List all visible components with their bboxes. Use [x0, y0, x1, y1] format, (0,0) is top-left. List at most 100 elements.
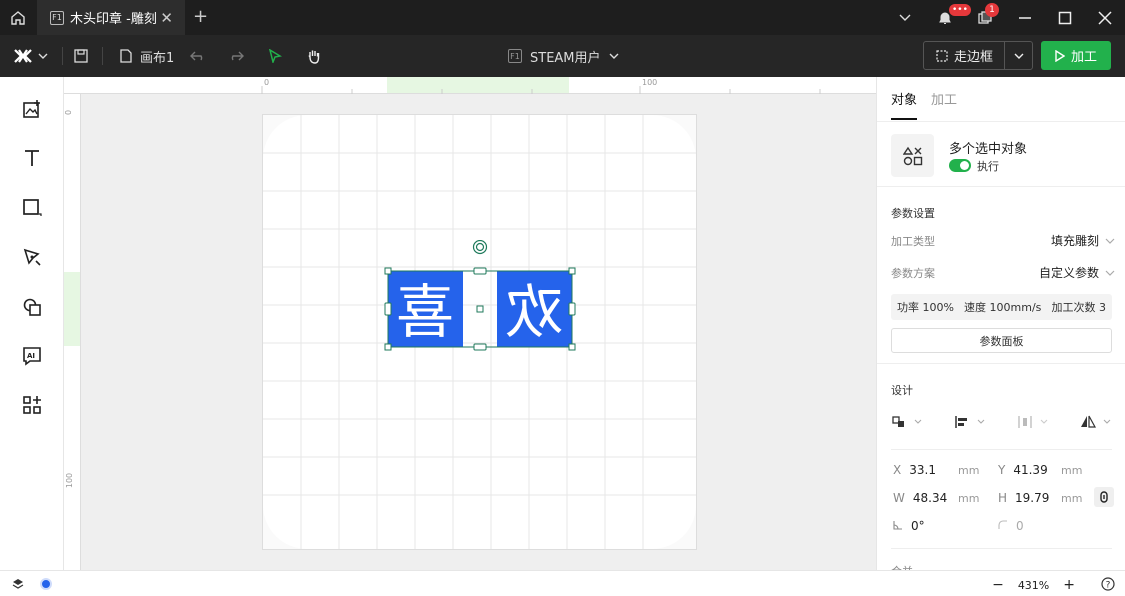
document-tab[interactable]: F1 木头印章 -雕刻 ✕ — [37, 0, 185, 35]
merge-title: 合并 — [891, 563, 913, 570]
corner-radius-icon — [998, 520, 1007, 529]
resize-handle[interactable] — [568, 267, 576, 275]
divider — [877, 186, 1125, 187]
glyph-right: 欢 — [505, 278, 563, 346]
x-label: X — [893, 463, 902, 477]
flip-icon[interactable] — [1080, 415, 1112, 432]
help-icon[interactable]: ? — [1101, 577, 1115, 594]
apps-icon[interactable] — [18, 391, 46, 419]
canvas-name: 画布1 — [140, 50, 175, 66]
frame-button-group: 走边框 — [923, 41, 1033, 70]
undo-icon[interactable] — [190, 35, 206, 77]
divider — [102, 47, 103, 65]
params-panel-button[interactable]: 参数面板 — [891, 328, 1112, 353]
zoom-in-icon[interactable]: + — [1063, 577, 1075, 593]
process-button[interactable]: 加工 — [1041, 41, 1111, 70]
tab-process[interactable]: 加工 — [931, 89, 957, 120]
w-unit: mm — [958, 492, 980, 505]
redo-icon[interactable] — [228, 35, 244, 77]
image-add-icon[interactable] — [18, 95, 46, 123]
divider — [891, 449, 1112, 450]
lock-ratio-icon[interactable] — [1094, 487, 1114, 507]
power-value: 功率 100% — [897, 301, 954, 314]
tab-object[interactable]: 对象 — [891, 89, 918, 120]
home-icon[interactable] — [0, 0, 36, 35]
add-tab-icon[interactable]: + — [193, 6, 208, 27]
angle-value: 0° — [911, 519, 925, 533]
zoom-level[interactable]: 431% — [1018, 579, 1049, 592]
resize-handle[interactable] — [384, 302, 392, 316]
w-field[interactable]: W 48.34 — [893, 491, 947, 505]
y-field[interactable]: Y 41.39 — [998, 463, 1048, 477]
ruler-left[interactable]: 0 100 — [64, 94, 81, 570]
boolean-icon[interactable] — [18, 293, 46, 321]
ruler-top-label: 100 — [642, 78, 658, 87]
svg-text:?: ? — [1106, 581, 1111, 591]
layers-icon[interactable] — [12, 578, 24, 593]
canvas-selector[interactable]: 画布1 — [120, 35, 174, 77]
ai-icon[interactable]: AI — [18, 342, 46, 370]
scheme-select[interactable]: 自定义参数 — [1039, 264, 1115, 281]
shape-icon[interactable] — [18, 194, 46, 222]
process-type-select[interactable]: 填充雕刻 — [1051, 232, 1115, 249]
user-file-icon: F1 — [508, 49, 522, 63]
arrange-toolbar — [891, 413, 1112, 433]
frame-button[interactable]: 走边框 — [924, 42, 1005, 69]
ruler-top[interactable]: 0 100 — [64, 77, 876, 94]
angle-field[interactable]: 0° — [893, 519, 925, 533]
process-type-value: 填充雕刻 — [1050, 234, 1099, 248]
ruler-top-label: 0 — [264, 78, 270, 87]
y-unit: mm — [1061, 464, 1083, 477]
user-account[interactable]: F1 STEAM用户 — [508, 35, 619, 77]
resize-handle[interactable] — [568, 343, 576, 351]
speed-value: 速度 100mm/s — [964, 301, 1042, 314]
process-button-label: 加工 — [1070, 50, 1097, 65]
rotate-handle-icon[interactable] — [472, 240, 488, 255]
object-title: 多个选中对象 — [949, 142, 1028, 157]
pen-icon[interactable] — [18, 243, 46, 271]
corner-field[interactable]: 0 — [998, 519, 1024, 533]
multi-object-icon — [891, 134, 934, 177]
minimize-icon[interactable] — [1005, 0, 1045, 35]
selection-group[interactable]: 喜 欢 — [381, 240, 581, 355]
distribute-icon[interactable] — [1017, 415, 1049, 432]
close-window-icon[interactable] — [1085, 0, 1125, 35]
h-field[interactable]: H 19.79 — [998, 491, 1049, 505]
tab-title: 木头印章 -雕刻 — [70, 12, 157, 27]
canvas-area[interactable]: 喜 欢 — [81, 94, 876, 570]
arrange-icon[interactable] — [891, 415, 923, 432]
ruler-selection-highlight — [64, 272, 80, 346]
frame-dropdown[interactable] — [1005, 53, 1032, 59]
resize-handle[interactable] — [568, 302, 576, 316]
left-tool-rail: AI — [0, 77, 64, 570]
x-field[interactable]: X 33.1 — [893, 463, 936, 477]
text-icon[interactable] — [18, 144, 46, 172]
chevron-down-icon[interactable] — [885, 0, 925, 35]
resize-handle[interactable] — [384, 343, 392, 351]
frame-button-label: 走边框 — [954, 50, 994, 65]
align-left-icon[interactable] — [954, 415, 986, 432]
y-label: Y — [998, 463, 1006, 477]
logo-menu[interactable] — [14, 35, 48, 77]
resize-handle[interactable] — [473, 343, 487, 351]
zoom-out-icon[interactable]: − — [992, 577, 1004, 593]
play-icon — [1055, 49, 1065, 62]
center-handle[interactable] — [476, 305, 484, 313]
resize-handle[interactable] — [473, 267, 487, 275]
artboard[interactable]: 喜 欢 — [262, 114, 697, 550]
messages-icon[interactable]: 1 — [965, 0, 1005, 35]
bell-icon[interactable]: ••• — [925, 0, 971, 35]
maximize-icon[interactable] — [1045, 0, 1085, 35]
close-tab-icon[interactable]: ✕ — [160, 9, 173, 27]
corner-value: 0 — [1016, 519, 1024, 533]
divider — [877, 121, 1125, 122]
scheme-label: 参数方案 — [891, 267, 935, 280]
hand-icon[interactable] — [306, 35, 322, 77]
execute-toggle[interactable] — [949, 159, 971, 172]
resize-handle[interactable] — [384, 267, 392, 275]
select-icon[interactable] — [268, 35, 282, 77]
ruler-ticks — [261, 86, 821, 94]
connection-status-icon[interactable] — [40, 578, 52, 590]
save-icon[interactable] — [74, 35, 88, 77]
file-type-icon: F1 — [50, 10, 64, 25]
